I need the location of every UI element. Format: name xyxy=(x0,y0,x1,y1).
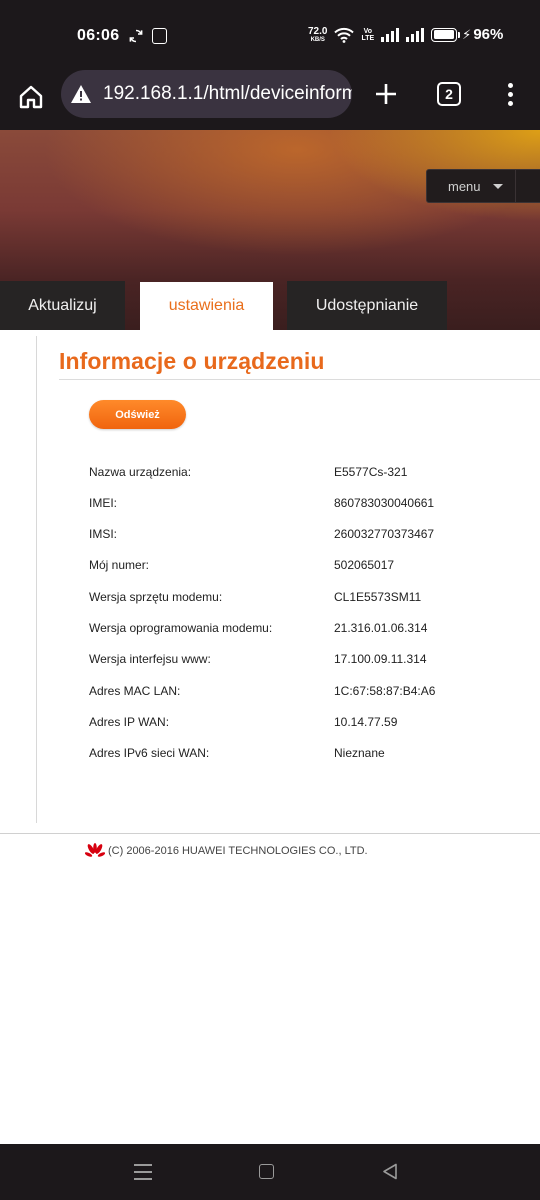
table-row: Wersja interfejsu www: 17.100.09.11.314 xyxy=(89,652,540,672)
table-row: IMEI: 860783030040661 xyxy=(89,496,540,516)
home-icon xyxy=(19,85,43,109)
info-value: 17.100.09.11.314 xyxy=(334,652,427,666)
info-label: Wersja interfejsu www: xyxy=(89,652,211,666)
menu-label: menu xyxy=(448,178,481,194)
table-row: IMSI: 260032770373467 xyxy=(89,527,540,547)
divider xyxy=(59,379,540,380)
info-value: E5577Cs-321 xyxy=(334,465,408,479)
info-label: Mój numer: xyxy=(89,558,150,572)
recents-icon[interactable] xyxy=(134,1164,152,1180)
header-banner: menu Aktualizuj ustawienia Udostępnianie xyxy=(0,130,540,330)
tab-aktualizuj[interactable]: Aktualizuj xyxy=(0,281,125,330)
home-square-icon[interactable] xyxy=(259,1164,274,1179)
tab-ustawienia[interactable]: ustawienia xyxy=(140,282,273,330)
status-bar: 06:06 72.0 KB/S Vo LTE ⚡ 96% xyxy=(0,0,540,70)
table-row: Nazwa urządzenia: E5577Cs-321 xyxy=(89,465,540,485)
huawei-logo-icon xyxy=(85,843,105,857)
signal-icon-2 xyxy=(406,27,425,42)
battery-percent: 96% xyxy=(473,26,504,43)
copyright-text: (C) 2006-2016 HUAWEI TECHNOLOGIES CO., L… xyxy=(108,845,368,857)
info-value: 21.316.01.06.314 xyxy=(334,621,428,635)
new-tab-button[interactable] xyxy=(370,78,402,110)
table-row: Mój numer: 502065017 xyxy=(89,558,540,578)
plus-icon xyxy=(376,84,396,104)
info-value: 1C:67:58:87:B4:A6 xyxy=(334,684,436,698)
table-row: Adres IP WAN: 10.14.77.59 xyxy=(89,715,540,735)
signal-icon xyxy=(381,27,400,42)
info-value: 502065017 xyxy=(334,558,395,572)
info-label: IMEI: xyxy=(89,496,118,510)
info-label: Adres IPv6 sieci WAN: xyxy=(89,746,210,760)
back-icon[interactable] xyxy=(382,1163,398,1180)
home-button[interactable] xyxy=(14,80,48,114)
info-label: IMSI: xyxy=(89,527,118,541)
address-bar[interactable]: 192.168.1.1/html/deviceinformation.html xyxy=(61,70,352,118)
divider xyxy=(0,833,540,834)
chevron-down-icon xyxy=(492,183,503,189)
refresh-button[interactable]: Odśwież xyxy=(89,400,186,429)
charging-icon: ⚡ xyxy=(462,26,472,42)
net-speed: 72.0 KB/S xyxy=(308,25,328,43)
info-label: Adres IP WAN: xyxy=(89,715,170,729)
info-value: 260032770373467 xyxy=(334,527,435,541)
info-value: 10.14.77.59 xyxy=(334,715,398,729)
info-value: CL1E5573SM11 xyxy=(334,590,422,604)
info-label: Adres MAC LAN: xyxy=(89,684,181,698)
menu-dropdown[interactable]: menu xyxy=(426,169,540,203)
tabs-count: 2 xyxy=(445,86,453,102)
photo-notification-icon xyxy=(152,28,167,44)
table-row: Wersja sprzętu modemu: CL1E5573SM11 xyxy=(89,590,540,610)
screen: 06:06 72.0 KB/S Vo LTE ⚡ 96% 192.168.1.1… xyxy=(0,0,540,1200)
battery-icon: ⚡ 96% xyxy=(431,26,503,43)
info-label: Wersja sprzętu modemu: xyxy=(89,590,223,604)
table-row: Adres IPv6 sieci WAN: Nieznane xyxy=(89,746,540,766)
footer: (C) 2006-2016 HUAWEI TECHNOLOGIES CO., L… xyxy=(85,843,368,859)
table-row: Wersja oprogramowania modemu: 21.316.01.… xyxy=(89,621,540,641)
more-icon[interactable] xyxy=(498,78,522,110)
device-info-panel: Informacje o urządzeniu Odśwież Nazwa ur… xyxy=(0,330,540,823)
divider xyxy=(36,336,37,823)
system-navigation-bar xyxy=(0,1144,540,1200)
info-label: Wersja oprogramowania modemu: xyxy=(89,621,273,635)
tabs-button[interactable]: 2 xyxy=(437,82,461,106)
volte-indicator: Vo LTE xyxy=(361,27,375,42)
tab-udostepnianie[interactable]: Udostępnianie xyxy=(287,281,447,330)
status-time: 06:06 xyxy=(77,27,120,44)
table-row: Adres MAC LAN: 1C:67:58:87:B4:A6 xyxy=(89,684,540,704)
info-value: 860783030040661 xyxy=(334,496,435,510)
info-value: Nieznane xyxy=(334,746,385,760)
url-text: 192.168.1.1/html/deviceinformation.html xyxy=(103,83,352,104)
wifi-icon xyxy=(334,27,355,43)
browser-toolbar: 192.168.1.1/html/deviceinformation.html … xyxy=(0,70,540,130)
warning-icon[interactable] xyxy=(70,84,92,104)
sync-icon xyxy=(129,29,143,43)
page-title: Informacje o urządzeniu xyxy=(59,348,325,374)
info-label: Nazwa urządzenia: xyxy=(89,465,192,479)
